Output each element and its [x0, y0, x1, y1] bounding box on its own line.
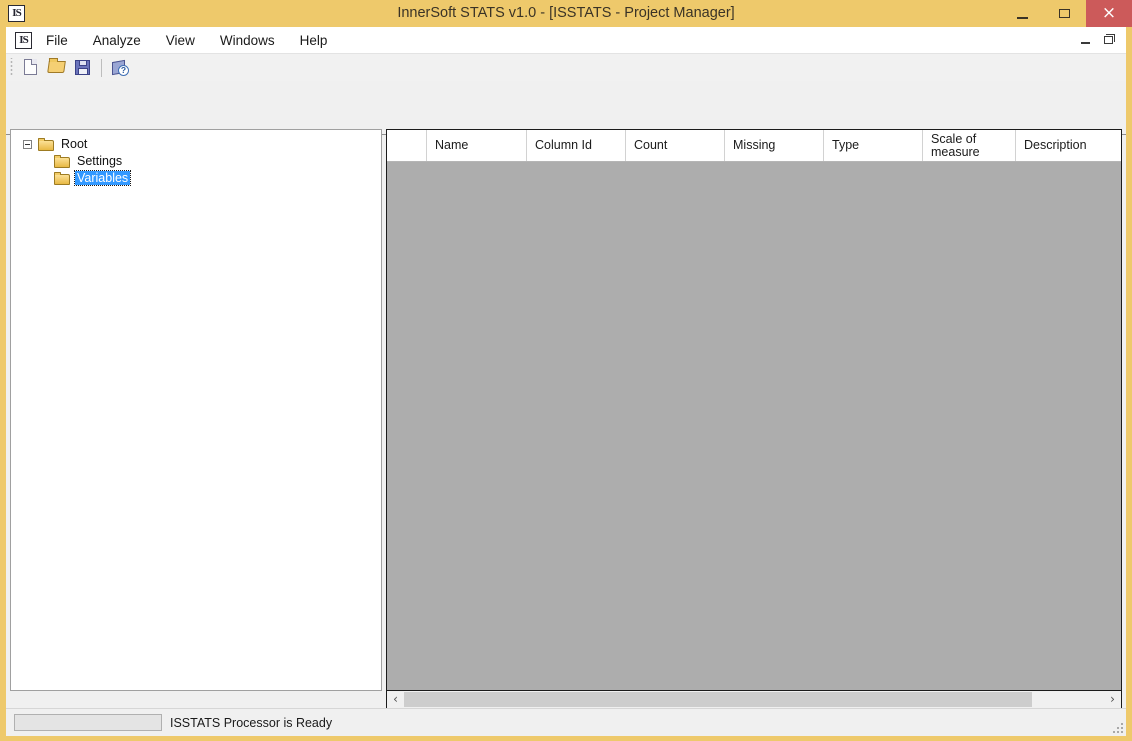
new-document-button[interactable]	[19, 56, 43, 79]
title-bar: IS InnerSoft STATS v1.0 - [ISSTATS - Pro…	[0, 0, 1132, 27]
tree-node-variables-label: Variables	[73, 170, 132, 186]
grid-header-count[interactable]: Count	[626, 130, 725, 161]
scroll-left-arrow-icon[interactable]: ‹	[387, 691, 404, 709]
tree-node-variables[interactable]: Variables	[54, 170, 381, 186]
grid-header-row: Name Column Id Count Missing Type Scale …	[387, 130, 1121, 162]
variables-grid[interactable]: Name Column Id Count Missing Type Scale …	[386, 129, 1122, 691]
toolbar-grip[interactable]	[9, 58, 17, 77]
maximize-button[interactable]	[1043, 0, 1086, 27]
mdi-minimize-button[interactable]	[1076, 31, 1097, 50]
menu-item-windows[interactable]: Windows	[209, 29, 286, 52]
scrollbar-thumb[interactable]	[404, 692, 1032, 707]
tree-node-root[interactable]: Root	[23, 136, 381, 152]
window-title: InnerSoft STATS v1.0 - [ISSTATS - Projec…	[397, 5, 735, 21]
menu-item-file[interactable]: File	[35, 29, 79, 52]
open-file-button[interactable]	[45, 56, 69, 79]
minimize-icon	[1016, 16, 1028, 19]
tree-node-settings-label: Settings	[77, 154, 123, 168]
toolbar: ?	[6, 53, 1126, 81]
grid-header-missing[interactable]: Missing	[725, 130, 824, 161]
status-bar: ISSTATS Processor is Ready	[6, 708, 1126, 736]
mdi-client-area: Root Settings Variables Name Column Id C…	[6, 81, 1126, 710]
project-tree-panel[interactable]: Root Settings Variables	[10, 129, 382, 691]
mdi-window-controls	[1076, 31, 1120, 50]
window-client-area: IS File Analyze View Windows Help ? Root…	[6, 27, 1126, 710]
save-button[interactable]	[71, 56, 95, 79]
menu-item-view[interactable]: View	[155, 29, 206, 52]
status-message: ISSTATS Processor is Ready	[170, 715, 333, 730]
folder-icon	[38, 137, 54, 151]
status-progress-panel	[14, 714, 162, 731]
grid-header-type[interactable]: Type	[824, 130, 923, 161]
help-icon: ?	[112, 59, 129, 76]
collapse-icon[interactable]	[23, 139, 32, 149]
grid-header-scale-of-measure[interactable]: Scale of measure	[923, 130, 1016, 161]
grid-header-description[interactable]: Description	[1016, 130, 1121, 161]
grid-body[interactable]	[387, 162, 1121, 690]
window-controls: ×	[1000, 0, 1132, 27]
tree-node-settings[interactable]: Settings	[54, 153, 381, 169]
tree-node-root-label: Root	[61, 137, 88, 151]
grid-header-column-id[interactable]: Column Id	[527, 130, 626, 161]
mdi-restore-icon-back	[1106, 34, 1115, 42]
help-icon-badge: ?	[118, 65, 129, 76]
grid-header-row-selector[interactable]	[387, 130, 427, 161]
help-button[interactable]: ?	[109, 56, 133, 79]
new-document-icon	[24, 59, 37, 75]
save-icon	[75, 60, 90, 75]
folder-icon	[54, 154, 70, 168]
folder-icon	[54, 171, 70, 185]
application-window: IS InnerSoft STATS v1.0 - [ISSTATS - Pro…	[0, 0, 1132, 741]
menu-bar: IS File Analyze View Windows Help	[6, 27, 1126, 53]
menu-item-analyze[interactable]: Analyze	[82, 29, 152, 52]
open-folder-icon	[47, 61, 66, 73]
mdi-app-icon[interactable]: IS	[15, 31, 32, 49]
menu-item-help[interactable]: Help	[289, 29, 339, 52]
resize-grip[interactable]	[1111, 721, 1123, 733]
scrollbar-track[interactable]	[404, 691, 1104, 709]
mdi-minimize-icon	[1081, 42, 1090, 44]
grid-header-name[interactable]: Name	[427, 130, 527, 161]
mdi-restore-button[interactable]	[1099, 31, 1120, 50]
close-icon: ×	[1101, 3, 1117, 23]
minimize-button[interactable]	[1000, 0, 1043, 27]
close-button[interactable]: ×	[1086, 0, 1132, 27]
scroll-right-arrow-icon[interactable]: ›	[1104, 691, 1121, 709]
maximize-icon	[1058, 8, 1070, 18]
toolbar-separator	[101, 58, 102, 77]
